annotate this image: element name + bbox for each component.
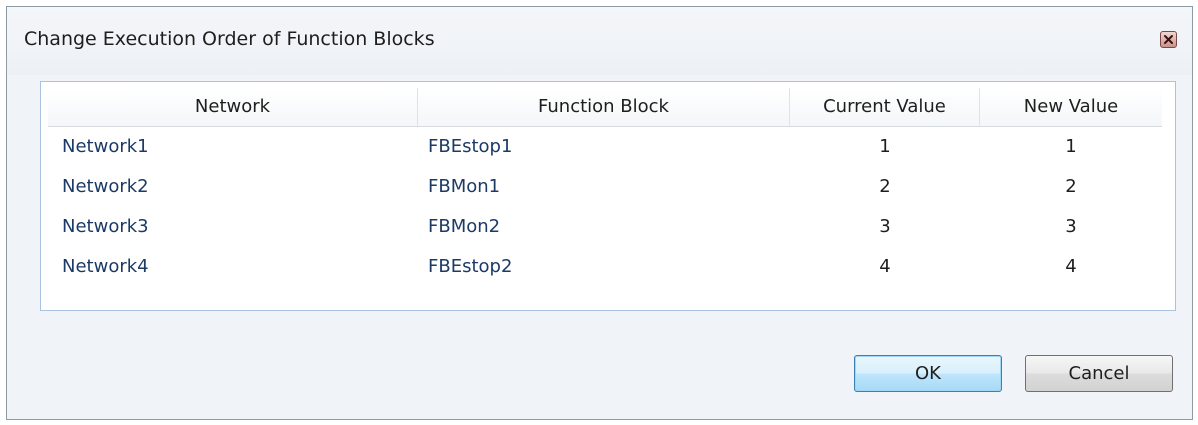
network-cell: Network1	[62, 136, 149, 157]
network-cell: Network3	[62, 216, 149, 237]
new-value-cell[interactable]: 3	[980, 207, 1162, 247]
function-block-cell: FBMon2	[428, 216, 501, 237]
cancel-button[interactable]: Cancel	[1025, 355, 1173, 392]
network-cell: Network4	[62, 256, 149, 277]
column-header-new-value[interactable]: New Value	[980, 88, 1162, 126]
column-header-network[interactable]: Network	[48, 88, 418, 126]
table-row[interactable]: Network2 FBMon1 2 2	[48, 167, 1162, 207]
column-header-current-value[interactable]: Current Value	[790, 88, 980, 126]
current-value-cell: 3	[879, 216, 891, 237]
function-block-order-grid[interactable]: Network Function Block Current Value New…	[40, 81, 1176, 311]
network-cell: Network2	[62, 176, 149, 197]
current-value-cell: 4	[879, 256, 891, 277]
current-value-cell: 2	[879, 176, 891, 197]
function-block-cell: FBEstop1	[428, 136, 513, 157]
ok-button[interactable]: OK	[854, 355, 1002, 392]
grid-header: Network Function Block Current Value New…	[48, 88, 1162, 127]
table-row[interactable]: Network3 FBMon2 3 3	[48, 207, 1162, 247]
table-row[interactable]: Network1 FBEstop1 1 1	[48, 127, 1162, 167]
current-value-cell: 1	[879, 136, 891, 157]
dialog-title: Change Execution Order of Function Block…	[24, 28, 435, 50]
function-block-cell: FBMon1	[428, 176, 501, 197]
new-value-cell[interactable]: 4	[980, 247, 1162, 287]
new-value-cell[interactable]: 1	[980, 127, 1162, 167]
table-row[interactable]: Network4 FBEstop2 4 4	[48, 247, 1162, 287]
change-execution-order-dialog: Change Execution Order of Function Block…	[0, 0, 1198, 425]
column-header-function-block[interactable]: Function Block	[418, 88, 790, 126]
close-icon	[1164, 35, 1173, 44]
function-block-cell: FBEstop2	[428, 256, 513, 277]
close-button[interactable]	[1160, 31, 1177, 48]
new-value-cell[interactable]: 2	[980, 167, 1162, 207]
